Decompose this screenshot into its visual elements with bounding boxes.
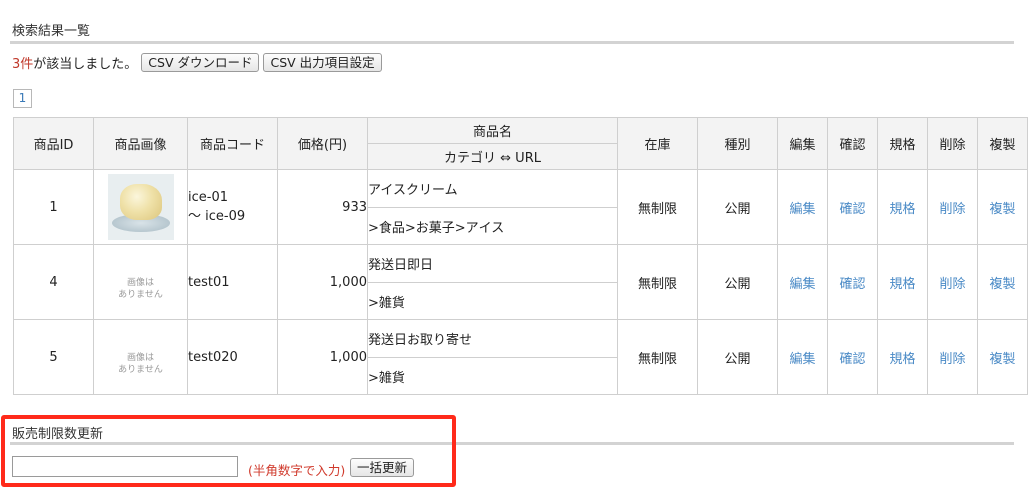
confirm-link[interactable]: 確認 xyxy=(839,277,865,292)
product-id: 4 xyxy=(13,244,94,320)
table-header-row: 商品ID 商品画像 商品コード 価格(円) 商品名 在庫 種別 編集 確認 規格… xyxy=(13,117,1028,170)
header-confirm: 確認 xyxy=(827,117,878,170)
confirm-link[interactable]: 確認 xyxy=(839,352,865,367)
table-row: 1 ice-01 〜 ice-09 933 アイスクリーム 無制限 公開 編集 … xyxy=(13,169,1028,245)
header-image: 商品画像 xyxy=(93,117,188,170)
header-category-url: カテゴリ ⇔ URL xyxy=(367,143,618,170)
product-image-cell: 画像は ありません xyxy=(93,244,188,320)
header-price: 価格(円) xyxy=(277,117,368,170)
product-price: 933 xyxy=(277,169,368,245)
product-name: 発送日即日 xyxy=(367,244,618,283)
result-count: 3件 xyxy=(12,57,34,72)
result-count-line: 3件 が該当しました。 CSV ダウンロード CSV 出力項目設定 xyxy=(12,53,382,72)
product-name: アイスクリーム xyxy=(367,169,618,208)
result-count-suffix: が該当しました。 xyxy=(33,57,138,72)
product-stock: 無制限 xyxy=(617,169,698,245)
product-type: 公開 xyxy=(697,319,778,395)
product-code-cell: ice-01 〜 ice-09 xyxy=(187,169,278,245)
product-id: 1 xyxy=(13,169,94,245)
spec-link[interactable]: 規格 xyxy=(889,277,915,292)
product-category: >雑貨 xyxy=(367,357,618,395)
page-link-1[interactable]: 1 xyxy=(13,89,32,108)
table-row: 4 画像は ありません test01 1,000 発送日即日 無制限 公開 編集… xyxy=(13,244,1028,320)
header-edit: 編集 xyxy=(777,117,828,170)
product-type: 公開 xyxy=(697,169,778,245)
spec-link[interactable]: 規格 xyxy=(889,202,915,217)
delete-link[interactable]: 削除 xyxy=(939,352,965,367)
copy-link[interactable]: 複製 xyxy=(989,202,1015,217)
header-delete: 削除 xyxy=(927,117,978,170)
header-type: 種別 xyxy=(697,117,778,170)
confirm-link[interactable]: 確認 xyxy=(839,202,865,217)
product-code: ice-01 xyxy=(188,190,228,205)
copy-link[interactable]: 複製 xyxy=(989,352,1015,367)
csv-download-button[interactable]: CSV ダウンロード xyxy=(141,53,260,72)
results-table: 商品ID 商品画像 商品コード 価格(円) 商品名 在庫 種別 編集 確認 規格… xyxy=(13,117,1028,395)
product-stock: 無制限 xyxy=(617,244,698,320)
section-divider xyxy=(10,41,1014,44)
table-row: 5 画像は ありません test020 1,000 発送日お取り寄せ 無制限 公… xyxy=(13,319,1028,395)
product-name: 発送日お取り寄せ xyxy=(367,319,618,358)
delete-link[interactable]: 削除 xyxy=(939,202,965,217)
product-stock: 無制限 xyxy=(617,319,698,395)
spec-link[interactable]: 規格 xyxy=(889,352,915,367)
header-code: 商品コード xyxy=(187,117,278,170)
product-price: 1,000 xyxy=(277,319,368,395)
highlight-box xyxy=(1,415,456,487)
product-type: 公開 xyxy=(697,244,778,320)
results-section-title: 検索結果一覧 xyxy=(12,24,91,39)
product-category: >食品>お菓子>アイス xyxy=(367,207,618,245)
product-price: 1,000 xyxy=(277,244,368,320)
delete-link[interactable]: 削除 xyxy=(939,277,965,292)
product-id: 5 xyxy=(13,319,94,395)
no-image-placeholder: 画像は ありません xyxy=(118,278,163,300)
product-code-range: 〜 ice-09 xyxy=(188,209,246,224)
product-image-cell: 画像は ありません xyxy=(93,319,188,395)
csv-settings-button[interactable]: CSV 出力項目設定 xyxy=(263,53,382,72)
product-category: >雑貨 xyxy=(367,282,618,320)
header-spec: 規格 xyxy=(877,117,928,170)
edit-link[interactable]: 編集 xyxy=(789,352,815,367)
product-code: test01 xyxy=(187,244,278,320)
edit-link[interactable]: 編集 xyxy=(789,202,815,217)
ice-cream-photo xyxy=(107,174,174,240)
header-name: 商品名 xyxy=(367,117,618,144)
no-image-placeholder: 画像は ありません xyxy=(118,353,163,375)
header-id: 商品ID xyxy=(13,117,94,170)
edit-link[interactable]: 編集 xyxy=(789,277,815,292)
header-copy: 複製 xyxy=(977,117,1028,170)
product-code: test020 xyxy=(187,319,278,395)
header-stock: 在庫 xyxy=(617,117,698,170)
product-image-cell xyxy=(93,169,188,245)
copy-link[interactable]: 複製 xyxy=(989,277,1015,292)
